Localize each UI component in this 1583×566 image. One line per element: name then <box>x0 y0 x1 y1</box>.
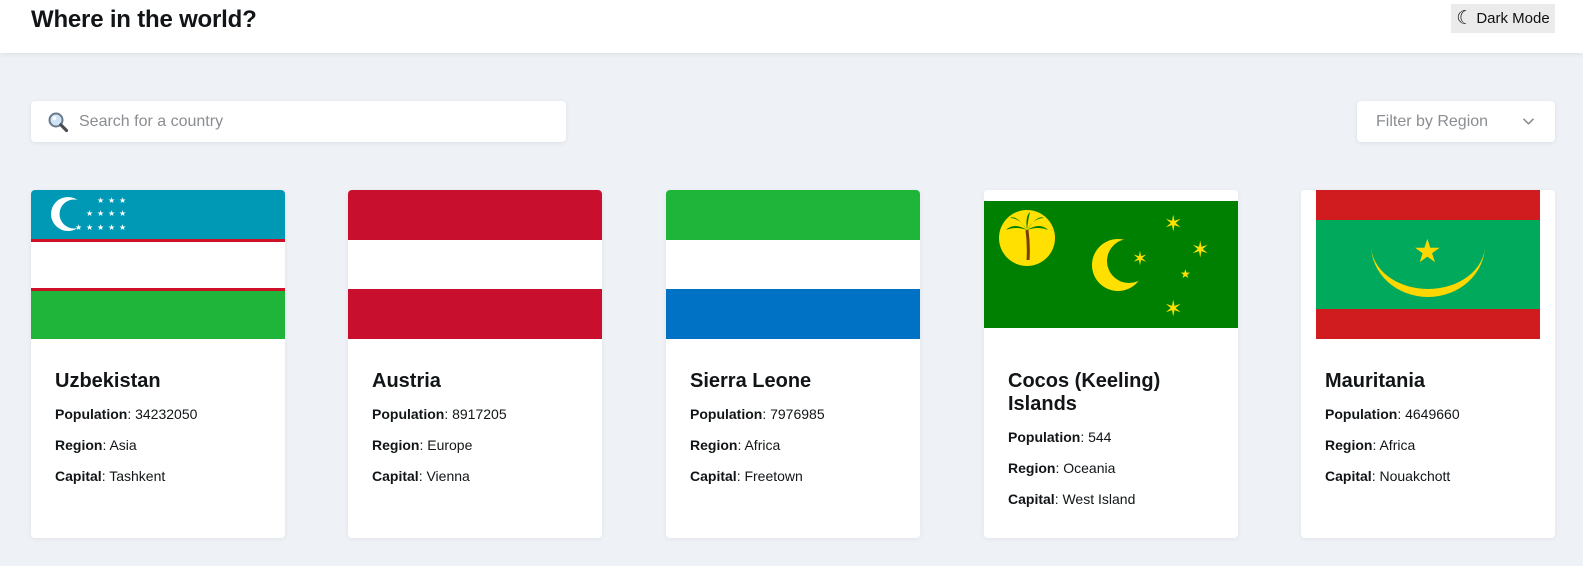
country-name: Sierra Leone <box>690 370 812 392</box>
region-row: Region: Africa <box>1325 437 1416 453</box>
capital-row: Capital: Nouakchott <box>1325 468 1451 484</box>
population-row: Population: 8917205 <box>372 406 507 422</box>
population-value: 4649660 <box>1405 406 1460 422</box>
capital-value: Freetown <box>744 468 803 484</box>
country-name: Austria <box>372 370 441 392</box>
svg-text:★: ★ <box>97 209 104 218</box>
country-card-austria[interactable]: Austria Population: 8917205 Region: Euro… <box>348 190 602 538</box>
svg-text:★: ★ <box>1180 267 1191 281</box>
moon-icon: ☾ <box>1456 7 1474 29</box>
population-value: 7976985 <box>770 406 825 422</box>
capital-row: Capital: Vienna <box>372 468 470 484</box>
top-header: Where in the world? ☾ Dark Mode <box>0 0 1583 53</box>
svg-text:★: ★ <box>86 223 93 232</box>
region-value: Europe <box>427 437 473 453</box>
svg-text:✶: ✶ <box>1132 248 1148 270</box>
region-value: Asia <box>109 437 137 453</box>
svg-text:★: ★ <box>97 223 104 232</box>
population-value: 544 <box>1088 429 1112 445</box>
capital-value: Vienna <box>426 468 470 484</box>
svg-text:★: ★ <box>86 209 93 218</box>
population-row: Population: 34232050 <box>55 406 198 422</box>
svg-text:✶: ✶ <box>1191 238 1209 263</box>
region-row: Region: Asia <box>55 437 137 453</box>
country-card-mauritania[interactable]: ★ Mauritania Population: 4649660 Region:… <box>1301 190 1555 538</box>
country-name: Uzbekistan <box>55 370 161 392</box>
search-input[interactable] <box>79 112 539 131</box>
svg-text:★: ★ <box>108 209 115 218</box>
region-row: Region: Africa <box>690 437 781 453</box>
country-name: Cocos (Keeling) Islands <box>1008 370 1161 415</box>
country-card-sierra-leone[interactable]: Sierra Leone Population: 7976985 Region:… <box>666 190 920 538</box>
page-title: Where in the world? <box>31 6 257 33</box>
region-value: Africa <box>1379 437 1416 453</box>
capital-value: Nouakchott <box>1379 468 1451 484</box>
capital-row: Capital: Freetown <box>690 468 803 484</box>
region-row: Region: Europe <box>372 437 473 453</box>
dark-mode-label: Dark Mode <box>1476 10 1550 27</box>
population-row: Population: 4649660 <box>1325 406 1460 422</box>
population-row: Population: 544 <box>1008 429 1112 445</box>
country-card-uzbekistan[interactable]: ★ ★ ★ ★ ★ ★ ★ ★ ★ ★ ★ ★ Uzbekistan Population: 34… <box>31 190 285 538</box>
region-row: Region: Oceania <box>1008 460 1116 476</box>
region-value: Africa <box>744 437 781 453</box>
country-card-cocos-keeling-islands[interactable]: ✶ ✶ ✶ ★ ✶ Cocos (Keeling) Islands Popula… <box>984 190 1238 538</box>
svg-text:✶: ✶ <box>1164 297 1182 322</box>
search-icon <box>47 111 69 133</box>
flag-uzbekistan: ★ ★ ★ ★ ★ ★ ★ ★ ★ ★ ★ ★ <box>31 190 285 339</box>
population-row: Population: 7976985 <box>690 406 825 422</box>
svg-text:★: ★ <box>97 196 104 205</box>
chevron-down-icon <box>1522 115 1535 133</box>
search-bar <box>31 101 566 142</box>
svg-text:★: ★ <box>1413 232 1442 270</box>
capital-value: West Island <box>1062 491 1136 507</box>
flag-austria <box>348 190 602 339</box>
flag-mauritania: ★ <box>1301 190 1555 339</box>
svg-text:★: ★ <box>108 196 115 205</box>
capital-row: Capital: West Island <box>1008 491 1136 507</box>
flag-cocos-keeling-islands: ✶ ✶ ✶ ★ ✶ <box>984 190 1238 339</box>
dark-mode-toggle[interactable]: ☾ Dark Mode <box>1451 4 1555 33</box>
population-value: 8917205 <box>452 406 507 422</box>
flag-sierra-leone <box>666 190 920 339</box>
capital-value: Tashkent <box>109 468 166 484</box>
svg-text:★: ★ <box>119 223 126 232</box>
population-value: 34232050 <box>135 406 198 422</box>
country-name: Mauritania <box>1325 370 1426 392</box>
svg-text:★: ★ <box>75 223 82 232</box>
region-filter-label: Filter by Region <box>1376 112 1489 130</box>
region-filter-dropdown[interactable]: Filter by Region <box>1357 101 1555 142</box>
svg-text:★: ★ <box>119 196 126 205</box>
svg-text:★: ★ <box>119 209 126 218</box>
svg-text:★: ★ <box>108 223 115 232</box>
svg-text:✶: ✶ <box>1164 212 1182 237</box>
capital-row: Capital: Tashkent <box>55 468 166 484</box>
region-value: Oceania <box>1063 460 1116 476</box>
